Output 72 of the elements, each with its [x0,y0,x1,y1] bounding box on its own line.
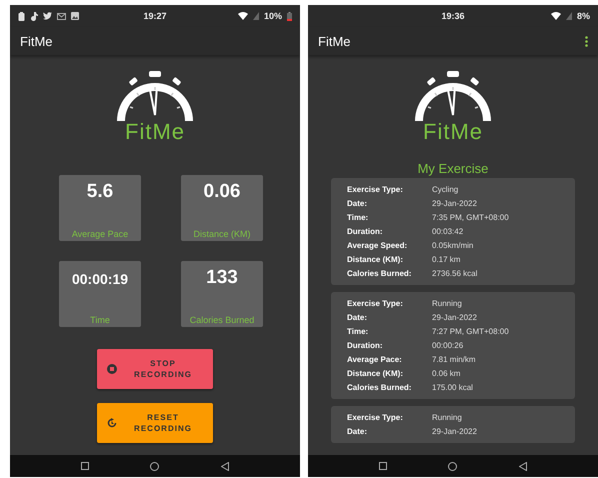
field-label: Date: [347,426,368,437]
exercise-card[interactable]: Exercise Type: Running Date: 29-Jan-2022 [331,406,575,443]
field-label: Calories Burned: [347,382,412,393]
mail-icon [57,12,66,20]
stat-label: Distance (KM) [193,229,250,239]
signal-icon [566,12,572,20]
field-label: Time: [347,212,370,223]
field-label: Average Pace: [347,354,403,365]
field-label: Date: [347,198,368,209]
field-value: 175.00 kcal [432,382,474,393]
field-value: Running [432,298,463,309]
stop-button[interactable]: STOP RECORDING [97,349,213,389]
stop-icon [107,364,117,374]
signal-icon [252,12,259,20]
recents-icon[interactable] [378,462,387,470]
clipboard-icon [18,12,25,20]
logo-text: FitMe [423,119,483,145]
app-title: FitMe [20,34,52,48]
field-label: Exercise Type: [347,412,404,423]
stat-label: Calories Burned [190,315,254,325]
field-value: Running [432,412,463,423]
field-label: Average Speed: [347,240,408,251]
image-icon [71,12,79,20]
stat-label: Average Pace [72,229,128,239]
field-value: 29-Jan-2022 [432,198,478,209]
field-value: 29-Jan-2022 [432,426,478,437]
field-value: 0.17 km [432,254,462,265]
field-value: Cycling [432,184,460,195]
stat-value: 5.6 [86,181,114,203]
field-value: 2736.56 kcal [432,268,478,279]
field-value: 7:35 PM, GMT+08:00 [432,212,510,223]
section-heading: My Exercise [418,161,488,176]
field-value: 0.06 km [432,368,462,379]
home-icon[interactable] [448,462,458,470]
battery-percent: 10% [264,11,282,21]
field-value: 29-Jan-2022 [432,312,478,323]
overflow-menu-icon[interactable] [585,36,588,46]
exercise-card[interactable]: Exercise Type: Cycling Date: 29-Jan-2022 Time: 7:35 PM, GMT+08:00 Duration: 00:03:42 Average Speed: 0.05km/min Distance (KM): 0.17 km Calories Burned: 2736.56 kcal [331,178,575,285]
stat-value: 00:00:19 [72,271,128,287]
exercise-card[interactable]: Exercise Type: Running Date: 29-Jan-2022 Time: 7:27 PM, GMT+08:00 Duration: 00:00:26 Average Pace: 7.81 min/km Distance (KM): 0.06 km Calories Burned: 175.00 kcal [331,292,575,399]
battery-percent: 8% [576,11,590,21]
clock-time: 19:36 [441,11,465,21]
clock-time: 19:27 [143,11,167,21]
field-label: Exercise Type: [347,298,404,309]
field-label: Duration: [347,340,384,351]
field-value: 0.05km/min [432,240,474,251]
field-value: 00:00:26 [432,340,464,351]
music-note-icon [30,12,38,20]
home-icon[interactable] [150,462,160,470]
field-label: Distance (KM): [347,368,404,379]
field-label: Date: [347,312,368,323]
back-icon[interactable] [519,462,528,470]
logo-text: FitMe [125,119,185,145]
field-value: 7:27 PM, GMT+08:00 [432,326,510,337]
stat-value: 133 [206,267,238,289]
field-label: Calories Burned: [347,268,412,279]
wifi-icon [550,12,561,20]
bird-icon [43,12,52,20]
app-title: FitMe [318,34,350,48]
reset-button[interactable]: RESET RECORDING [97,403,213,443]
field-value: 7.81 min/km [432,354,477,365]
reset-icon [107,418,117,428]
field-value: 00:03:42 [432,226,464,237]
field-label: Distance (KM): [347,254,404,265]
wifi-icon [238,12,248,20]
stat-value: 0.06 [204,181,240,203]
stat-label: Time [90,315,110,325]
field-label: Duration: [347,226,384,237]
field-label: Exercise Type: [347,184,404,195]
recents-icon[interactable] [80,462,89,470]
back-icon[interactable] [221,462,230,470]
field-label: Time: [347,326,370,337]
